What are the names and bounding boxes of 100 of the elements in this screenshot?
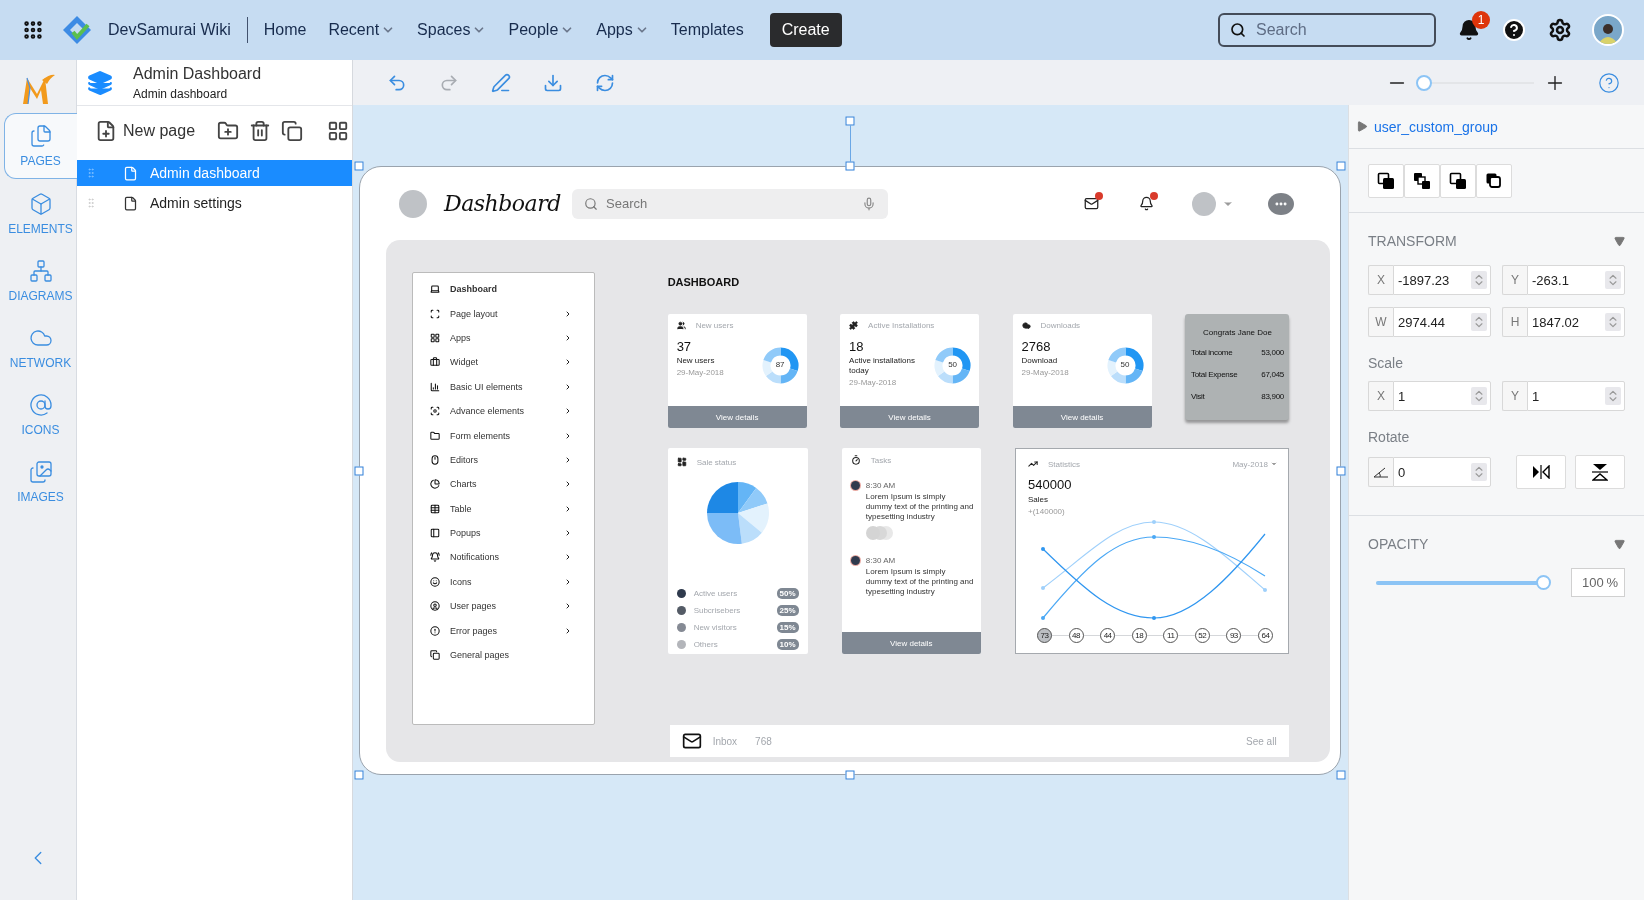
resize-handle[interactable] xyxy=(1336,770,1346,780)
menu-item[interactable]: Page layout xyxy=(430,301,572,326)
pie-chart-icon xyxy=(430,479,440,490)
resize-handle[interactable] xyxy=(845,161,855,171)
menu-item[interactable]: General pages xyxy=(430,642,572,668)
axis-label: Y xyxy=(1502,381,1527,411)
arrange-button[interactable] xyxy=(1476,163,1512,198)
stat-date: 29-May-2018 xyxy=(849,378,898,387)
summary-value: 67,045 xyxy=(1261,369,1284,379)
resize-handle[interactable] xyxy=(354,466,364,475)
caret-icon xyxy=(1270,460,1278,468)
menu-item[interactable]: Form elements xyxy=(430,423,572,448)
view-details-button[interactable]: View details xyxy=(667,406,807,428)
number-field[interactable]: 1 xyxy=(1393,381,1491,411)
number-field[interactable]: 2974.44 xyxy=(1393,307,1491,337)
undo-icon[interactable] xyxy=(387,72,407,93)
search-field[interactable]: Search xyxy=(572,188,888,219)
menu-item[interactable]: Error pages xyxy=(430,618,572,643)
inbox-count: 768 xyxy=(755,735,772,747)
nav-item[interactable]: Recent xyxy=(328,15,396,45)
axis-point[interactable]: 52 xyxy=(1194,628,1210,643)
pen-icon[interactable] xyxy=(491,72,511,93)
axis-point[interactable]: 64 xyxy=(1257,628,1273,643)
avatar[interactable] xyxy=(1592,14,1624,46)
collapse-icon[interactable] xyxy=(1614,235,1625,247)
arrange-button[interactable] xyxy=(1368,163,1404,198)
nav-item[interactable]: Apps xyxy=(596,15,649,45)
resize-handle[interactable] xyxy=(354,770,364,780)
rotation-handle[interactable] xyxy=(845,116,855,126)
bring-front-icon xyxy=(1377,171,1395,190)
drag-handle-icon xyxy=(85,167,97,179)
opacity-field[interactable]: 100 % xyxy=(1571,568,1625,597)
trend-icon xyxy=(1028,459,1038,469)
menu-item[interactable]: Widget xyxy=(430,350,572,375)
nav-item[interactable]: Spaces xyxy=(417,15,487,45)
summary-label: Visit xyxy=(1191,391,1205,401)
nav-item[interactable]: Home xyxy=(263,15,307,45)
resize-handle[interactable] xyxy=(845,770,855,780)
resize-handle[interactable] xyxy=(1336,161,1346,171)
axis-point[interactable]: 44 xyxy=(1100,628,1116,643)
number-field[interactable]: -1897.23 xyxy=(1393,265,1491,295)
flip-vertical-button[interactable] xyxy=(1575,455,1625,489)
axis-point[interactable]: 11 xyxy=(1163,628,1179,643)
logo-placeholder xyxy=(399,189,427,218)
nav-item[interactable]: Templates xyxy=(670,15,744,45)
arrange-button[interactable] xyxy=(1404,163,1440,198)
search-field[interactable]: Search xyxy=(1218,13,1436,47)
refresh-icon[interactable] xyxy=(595,72,615,93)
axis-point[interactable]: 18 xyxy=(1131,628,1147,643)
angle-icon xyxy=(1373,466,1389,478)
images-icon xyxy=(28,460,53,484)
menu-item[interactable]: User pages xyxy=(430,594,572,619)
arrange-button[interactable] xyxy=(1440,163,1476,198)
number-field[interactable]: 1847.02 xyxy=(1527,307,1625,337)
more-button[interactable] xyxy=(1268,192,1294,215)
resize-handle[interactable] xyxy=(1336,466,1346,475)
menu-item[interactable]: Icons xyxy=(430,569,572,595)
resize-handle[interactable] xyxy=(354,161,364,171)
axis-point[interactable]: 48 xyxy=(1068,628,1084,643)
menu-item[interactable]: Advance elements xyxy=(430,398,572,424)
trash-icon[interactable] xyxy=(249,120,272,142)
expand-icon[interactable] xyxy=(1357,121,1368,132)
menu-item[interactable]: Apps xyxy=(430,325,572,351)
create-button[interactable]: Create xyxy=(769,13,842,47)
bell-icon[interactable] xyxy=(1139,196,1154,211)
settings-icon[interactable] xyxy=(1548,18,1572,42)
menu-item[interactable]: Table xyxy=(430,496,572,521)
number-field[interactable]: -263.1 xyxy=(1527,265,1625,295)
menu-item[interactable]: Notifications xyxy=(430,545,572,570)
view-details-button[interactable]: View details xyxy=(1012,406,1152,428)
donut-chart-drawing xyxy=(934,347,972,384)
group-name[interactable]: user_custom_group xyxy=(1374,118,1498,135)
summary-label: Total income xyxy=(1191,347,1233,357)
axis-point[interactable]: 93 xyxy=(1226,628,1242,643)
grid-view-icon[interactable] xyxy=(327,120,350,142)
page-item[interactable]: Admin settings xyxy=(77,190,352,216)
collapse-icon[interactable] xyxy=(1614,538,1625,550)
download-icon[interactable] xyxy=(543,72,563,93)
copy-icon[interactable] xyxy=(281,120,304,142)
folder-plus-icon[interactable] xyxy=(217,120,240,142)
view-details-button[interactable]: View details xyxy=(841,632,981,654)
menu-item[interactable]: Popups xyxy=(430,520,572,546)
apps-menu-icon[interactable] xyxy=(22,19,44,41)
new-page-button[interactable]: New page xyxy=(95,120,196,142)
menu-item[interactable]: Dashboard xyxy=(430,277,572,302)
bell-icon[interactable] xyxy=(1458,19,1480,41)
number-field[interactable]: 0 xyxy=(1393,457,1491,487)
flip-horizontal-button[interactable] xyxy=(1516,455,1566,489)
legend-label: New visitors xyxy=(693,623,737,632)
section-title: TRANSFORM xyxy=(1368,233,1457,249)
mail-icon[interactable] xyxy=(1084,196,1099,211)
task-time: 8:30 AM xyxy=(865,556,897,565)
menu-item[interactable]: Editors xyxy=(430,447,572,473)
menu-item[interactable]: Charts xyxy=(430,472,572,497)
document-title: Admin Dashboard xyxy=(133,64,262,83)
number-field[interactable]: 1 xyxy=(1527,381,1625,411)
view-details-button[interactable]: View details xyxy=(840,406,980,428)
nav-item[interactable]: People xyxy=(508,15,575,45)
menu-item[interactable]: Basic UI elements xyxy=(430,374,572,399)
axis-point[interactable]: 73 xyxy=(1037,628,1052,643)
